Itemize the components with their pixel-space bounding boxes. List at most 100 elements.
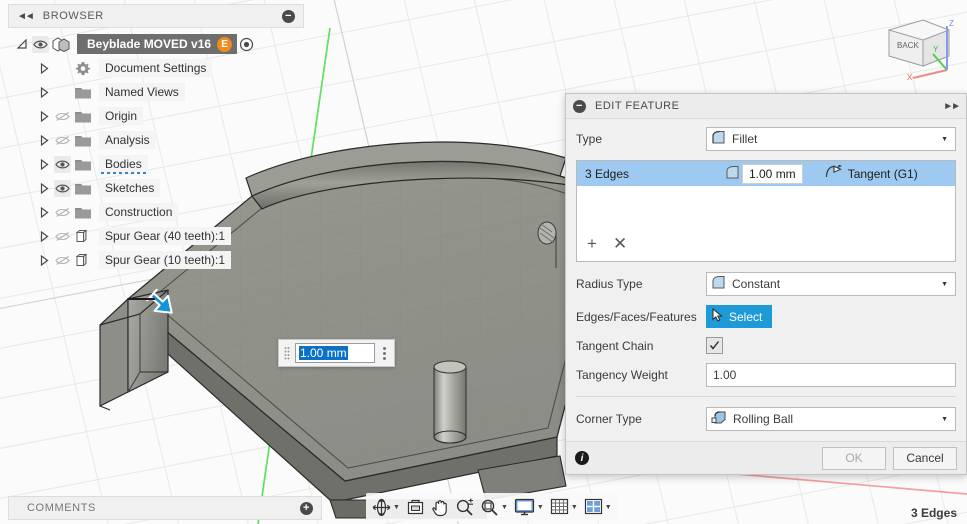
eye-hidden-icon[interactable]: [54, 132, 71, 149]
view-cube-box: BACK: [888, 19, 950, 67]
component-icon: [74, 228, 92, 244]
kebab-menu-icon[interactable]: [380, 346, 389, 360]
sidebar-item-bodies[interactable]: Bodies: [38, 152, 304, 176]
display-settings-icon[interactable]: ▼: [512, 495, 546, 519]
edge-selection-list[interactable]: 3 Edges 1.00 mm Tangent (G1) + ✕: [576, 160, 956, 262]
viewports-icon[interactable]: ▼: [582, 495, 614, 519]
chevron-down-icon[interactable]: ▼: [571, 504, 578, 511]
chevron-down-icon[interactable]: ▼: [393, 504, 400, 511]
view-cube[interactable]: BACK X Y Z: [879, 8, 961, 84]
sidebar-item-spur-gear-40-teeth-1[interactable]: Spur Gear (40 teeth):1: [38, 224, 304, 248]
corner-type-dropdown[interactable]: Rolling Ball ▼: [706, 407, 956, 431]
tree-root-node[interactable]: Beyblade MOVED v16 E: [16, 32, 304, 56]
sidebar-item-document-settings[interactable]: Document Settings: [38, 56, 304, 80]
chevron-down-icon[interactable]: ▼: [941, 136, 948, 143]
dialog-title: EDIT FEATURE: [595, 100, 680, 112]
sidebar-item-analysis[interactable]: Analysis: [38, 128, 304, 152]
chevron-down-icon[interactable]: ▼: [605, 504, 612, 511]
triangle-collapsed-icon[interactable]: [38, 110, 50, 122]
edge-list-row[interactable]: 3 Edges 1.00 mm Tangent (G1): [577, 161, 955, 186]
radius-type-label: Radius Type: [576, 277, 643, 291]
remove-selection-button[interactable]: ✕: [613, 234, 627, 254]
folder-icon: [74, 85, 92, 100]
chevron-down-icon[interactable]: ▼: [537, 504, 544, 511]
tangent-chain-row: Tangent Chain: [576, 337, 956, 354]
grid-snaps-icon[interactable]: ▼: [548, 495, 580, 519]
radius-type-dropdown[interactable]: Constant ▼: [706, 272, 956, 296]
cancel-button[interactable]: Cancel: [893, 446, 957, 470]
eye-hidden-icon[interactable]: [54, 204, 71, 221]
collapse-left-arrows-icon[interactable]: ◄◄: [17, 11, 35, 22]
view-cube-face-label: BACK: [897, 41, 919, 50]
tree-node-label[interactable]: Bodies: [99, 155, 148, 174]
sidebar-item-named-views[interactable]: Named Views: [38, 80, 304, 104]
folder-icon: [74, 133, 92, 148]
zoom-magnifier-icon[interactable]: [453, 495, 476, 519]
triangle-collapsed-icon[interactable]: [38, 62, 50, 74]
eye-visible-icon[interactable]: [32, 35, 49, 53]
eye-hidden-icon[interactable]: [54, 108, 71, 125]
add-selection-button[interactable]: +: [587, 234, 597, 254]
root-label[interactable]: Beyblade MOVED v16: [77, 34, 238, 54]
tree-node-label[interactable]: Document Settings: [99, 59, 213, 77]
chevron-down-icon[interactable]: ▼: [941, 416, 948, 423]
edge-list-tools[interactable]: + ✕: [577, 234, 955, 261]
tree-node-label[interactable]: Spur Gear (40 teeth):1: [99, 227, 232, 245]
triangle-collapsed-icon[interactable]: [38, 158, 50, 170]
folder-icon: [74, 157, 92, 172]
comments-panel[interactable]: COMMENTS +: [8, 496, 322, 520]
tree-node-label[interactable]: Sketches: [99, 179, 161, 197]
triangle-collapsed-icon[interactable]: [38, 134, 50, 146]
chevron-down-icon[interactable]: ▼: [941, 281, 948, 288]
sidebar-item-construction[interactable]: Construction: [38, 200, 304, 224]
plus-circle-icon[interactable]: +: [300, 501, 313, 515]
tangency-weight-label: Tangency Weight: [576, 368, 668, 382]
canvas-dimension-input[interactable]: 1.00 mm: [278, 339, 395, 367]
type-dropdown[interactable]: Fillet ▼: [706, 127, 956, 151]
edit-feature-dialog[interactable]: − EDIT FEATURE ►► Type Fillet ▼ 3 Edges …: [565, 93, 967, 475]
dimension-value-field[interactable]: 1.00 mm: [295, 343, 375, 363]
drag-grip-icon[interactable]: [284, 346, 290, 361]
triangle-collapsed-icon[interactable]: [38, 254, 50, 266]
triangle-collapsed-icon[interactable]: [38, 182, 50, 194]
tree-node-label[interactable]: Construction: [99, 203, 179, 221]
eye-visible-icon[interactable]: [54, 179, 71, 197]
sidebar-item-spur-gear-10-teeth-1[interactable]: Spur Gear (10 teeth):1: [38, 248, 304, 272]
tree-node-label[interactable]: Origin: [99, 107, 144, 125]
browser-tree[interactable]: Beyblade MOVED v16 E Document Settings N…: [8, 32, 304, 272]
triangle-collapsed-icon[interactable]: [38, 230, 50, 242]
sidebar-item-sketches[interactable]: Sketches: [38, 176, 304, 200]
eye-visible-icon[interactable]: [54, 155, 71, 173]
tree-node-label[interactable]: Named Views: [99, 83, 185, 101]
fillet-icon: [711, 275, 726, 293]
orbit-icon[interactable]: ▼: [370, 495, 402, 519]
look-at-icon[interactable]: [404, 495, 427, 519]
triangle-collapsed-icon[interactable]: [38, 206, 50, 218]
minus-circle-icon[interactable]: −: [282, 9, 295, 23]
navigation-toolbar[interactable]: ▼ ▼ ▼ ▼ ▼: [366, 493, 618, 521]
eye-hidden-icon[interactable]: [54, 228, 71, 245]
triangle-collapsed-icon[interactable]: [38, 86, 50, 98]
tangent-chain-checkbox[interactable]: [706, 337, 723, 354]
browser-panel[interactable]: ◄◄ BROWSER − Beyblade MOVED v16 E Docume…: [8, 4, 304, 272]
eye-hidden-icon[interactable]: [54, 252, 71, 269]
select-button[interactable]: Select: [706, 305, 773, 328]
info-icon[interactable]: i: [575, 451, 589, 465]
pan-hand-icon[interactable]: [429, 495, 451, 519]
ok-button[interactable]: OK: [822, 446, 886, 470]
chevron-down-icon[interactable]: ▼: [501, 504, 508, 511]
tangency-weight-input[interactable]: 1.00: [706, 363, 956, 387]
tree-node-label[interactable]: Spur Gear (10 teeth):1: [99, 251, 232, 269]
minus-circle-icon[interactable]: −: [573, 99, 586, 113]
activate-component-icon[interactable]: [239, 37, 254, 52]
x-axis-label: X: [907, 73, 913, 82]
sidebar-item-origin[interactable]: Origin: [38, 104, 304, 128]
tree-node-label[interactable]: Analysis: [99, 131, 156, 149]
fillet-icon: [711, 130, 726, 148]
triangle-expanded-icon[interactable]: [16, 38, 28, 50]
radius-type-value: Constant: [732, 277, 781, 291]
double-chevron-right-icon[interactable]: ►►: [943, 101, 961, 112]
pin-cylinder: [433, 360, 467, 444]
fit-magnifier-icon[interactable]: ▼: [478, 495, 510, 519]
edge-radius-input[interactable]: 1.00 mm: [742, 163, 803, 184]
